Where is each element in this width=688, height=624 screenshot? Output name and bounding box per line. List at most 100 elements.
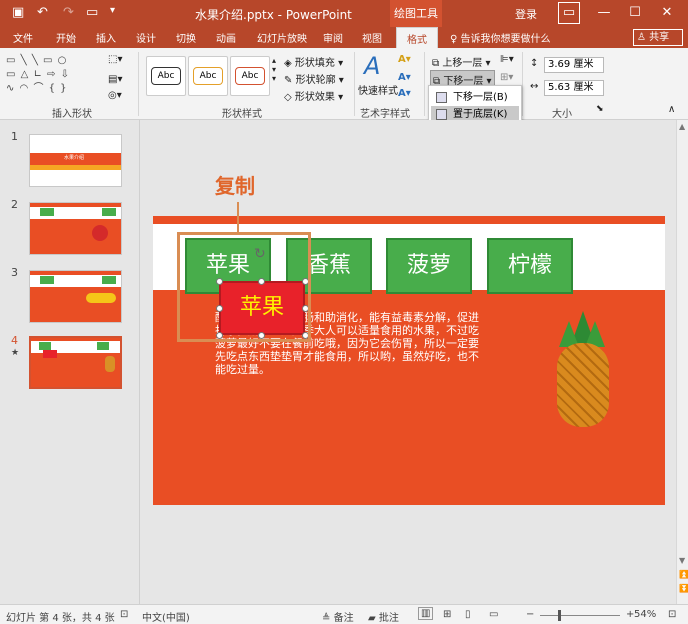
banana-image-icon: [86, 293, 116, 303]
spellcheck-icon[interactable]: ⊡: [120, 609, 128, 620]
minimize-icon[interactable]: —: [593, 2, 615, 24]
zoom-level[interactable]: 54%: [634, 609, 656, 620]
style-box-2[interactable]: Abc: [188, 56, 228, 96]
comments-button[interactable]: ▰ 批注: [368, 609, 399, 624]
vertical-scrollbar[interactable]: ▲ ▼ ⏫ ⏬: [676, 120, 688, 604]
undo-icon[interactable]: ↶: [37, 5, 48, 20]
login-link[interactable]: 登录: [515, 6, 537, 22]
fit-slide-icon[interactable]: ⊡: [668, 609, 676, 620]
tab-insert[interactable]: 插入: [96, 30, 116, 45]
tab-design[interactable]: 设计: [136, 30, 156, 45]
start-presentation-icon[interactable]: ▭: [86, 5, 98, 20]
copy-annotation: 复制: [215, 174, 255, 198]
menu-item-label: 置于底层(K): [453, 109, 508, 120]
previous-slide-icon[interactable]: ⏫: [679, 570, 688, 579]
slide-thumbnail-2[interactable]: [29, 202, 122, 255]
text-box-icon[interactable]: ▤▾: [108, 74, 122, 85]
normal-view-icon[interactable]: ▥: [418, 607, 434, 620]
comments-label: 批注: [378, 613, 399, 624]
tab-format[interactable]: 格式: [396, 27, 438, 48]
merge-shapes-icon[interactable]: ◎▾: [108, 90, 122, 101]
send-backward-menu: 下移一层(B) 置于底层(K): [428, 85, 522, 125]
slide-editing-area: 苹果 香蕉 菠萝 柠檬 酸性水果，可以整肠和助消化，能有益毒素分解，促进排水，所…: [141, 120, 676, 604]
tab-slideshow[interactable]: 幻灯片放映: [257, 30, 307, 45]
wordart-icon[interactable]: A: [364, 52, 380, 80]
ribbon: ▭ ╲ ╲ ▭ ○ ▭ △ ∟ ⇨ ⇩ ∿ ◠ ⌒ { } ⬚▾ ▤▾ ◎▾ 插入形…: [0, 48, 688, 120]
fruit-button-pineapple[interactable]: 菠萝: [386, 238, 472, 294]
style-box-label: Abc: [193, 67, 223, 85]
zoom-out-icon[interactable]: −: [526, 609, 534, 620]
shape-fill-label: 形状填充: [294, 58, 335, 69]
tell-me-text: 告诉我你想要做什么: [460, 34, 551, 45]
group-objects-icon[interactable]: ⊞▾: [500, 72, 513, 83]
ribbon-display-icon[interactable]: ▭: [558, 2, 580, 24]
style-box-3[interactable]: Abc: [230, 56, 270, 96]
width-input[interactable]: 5.63 厘米: [544, 80, 604, 96]
pineapple-image[interactable]: [553, 311, 613, 431]
send-to-back-icon: [436, 109, 447, 120]
slideshow-view-icon[interactable]: ▭: [489, 609, 498, 620]
save-icon[interactable]: ▣: [12, 5, 24, 20]
align-icon[interactable]: ⊫▾: [500, 54, 514, 65]
comment-icon: ▰: [368, 613, 376, 624]
notes-icon: ≜: [322, 613, 331, 624]
slide-thumbnail-1[interactable]: 水果介绍: [29, 134, 122, 187]
drawing-tools-label: 绘图工具: [390, 0, 442, 27]
apple-image-icon: [92, 225, 108, 241]
scroll-down-icon[interactable]: ▼: [679, 556, 685, 565]
bring-forward-button[interactable]: ⧉ 上移一层 ▾: [432, 54, 491, 69]
pineapple-image-icon: [105, 356, 115, 372]
text-effects-icon[interactable]: A▾: [398, 88, 411, 99]
send-backward-icon: [436, 92, 447, 103]
language-status[interactable]: 中文(中国): [142, 609, 190, 624]
slide-number: 2: [11, 198, 18, 211]
divider: [522, 52, 523, 116]
tell-me-search[interactable]: ♀ 告诉我你想要做什么: [450, 30, 551, 45]
tab-review[interactable]: 审阅: [323, 30, 343, 45]
maximize-icon[interactable]: ☐: [624, 2, 646, 24]
collapse-ribbon-icon[interactable]: ∧: [668, 104, 675, 115]
text-outline-icon[interactable]: A▾: [398, 72, 411, 83]
scroll-up-icon[interactable]: ▲: [679, 122, 685, 131]
share-button[interactable]: ♙ 共享: [633, 29, 683, 46]
notes-button[interactable]: ≜ 备注: [322, 609, 354, 624]
thumb-buttons: [39, 342, 109, 350]
close-icon[interactable]: ✕: [656, 2, 678, 24]
thumb-red-box: [43, 350, 57, 358]
reading-view-icon[interactable]: ▯: [465, 609, 471, 620]
quick-styles-label[interactable]: 快速样式: [358, 82, 398, 97]
slide-sorter-icon[interactable]: ⊞: [443, 609, 451, 620]
shape-fill-button[interactable]: ◈ 形状填充 ▾: [284, 54, 343, 69]
zoom-slider[interactable]: [540, 615, 620, 616]
tab-transitions[interactable]: 切换: [176, 30, 196, 45]
tab-animations[interactable]: 动画: [216, 30, 236, 45]
slide-thumbnail-3[interactable]: [29, 270, 122, 323]
tab-view[interactable]: 视图: [362, 30, 382, 45]
height-value: 3.69 厘米: [548, 59, 594, 70]
style-box-1[interactable]: Abc: [146, 56, 186, 96]
menu-item-send-backward[interactable]: 下移一层(B): [431, 89, 519, 106]
size-dialog-launcher-icon[interactable]: ⬊: [596, 104, 604, 114]
slide[interactable]: 苹果 香蕉 菠萝 柠檬 酸性水果，可以整肠和助消化，能有益毒素分解，促进排水，所…: [153, 216, 665, 505]
redo-icon[interactable]: ↷: [63, 5, 74, 20]
height-input[interactable]: 3.69 厘米: [544, 57, 604, 73]
zoom-slider-thumb[interactable]: [558, 610, 561, 621]
shape-outline-button[interactable]: ✎ 形状轮廓 ▾: [284, 71, 344, 86]
tab-file[interactable]: 文件: [13, 30, 33, 45]
divider: [424, 52, 425, 116]
title-bar: ▣ ↶ ↷ ▭ ▾ 水果介绍.pptx - PowerPoint 绘图工具 登录…: [0, 0, 688, 27]
text-fill-icon[interactable]: A▾: [398, 54, 411, 65]
gallery-scroll-icon[interactable]: ▴ ▾ ▾: [272, 56, 276, 83]
slide-thumbnail-4[interactable]: [29, 336, 122, 389]
slide-count: 幻灯片 第 4 张，共 4 张: [6, 613, 115, 624]
next-slide-icon[interactable]: ⏬: [679, 584, 688, 593]
shapes-gallery[interactable]: ▭ ╲ ╲ ▭ ○ ▭ △ ∟ ⇨ ⇩ ∿ ◠ ⌒ { }: [6, 54, 102, 98]
fruit-button-lemon[interactable]: 柠檬: [487, 238, 573, 294]
slide-thumbnails-panel: 1 水果介绍 2 3 4 ★: [0, 120, 140, 604]
customize-toolbar-icon[interactable]: ▾: [110, 5, 115, 16]
callout-frame: [177, 232, 311, 342]
tab-home[interactable]: 开始: [56, 30, 76, 45]
shape-effects-button[interactable]: ◇ 形状效果 ▾: [284, 88, 343, 103]
edit-shape-icon[interactable]: ⬚▾: [108, 54, 122, 65]
status-bar: 幻灯片 第 4 张，共 4 张 ⊡ 中文(中国) ≜ 备注 ▰ 批注 ▥ ⊞ ▯…: [0, 604, 688, 624]
